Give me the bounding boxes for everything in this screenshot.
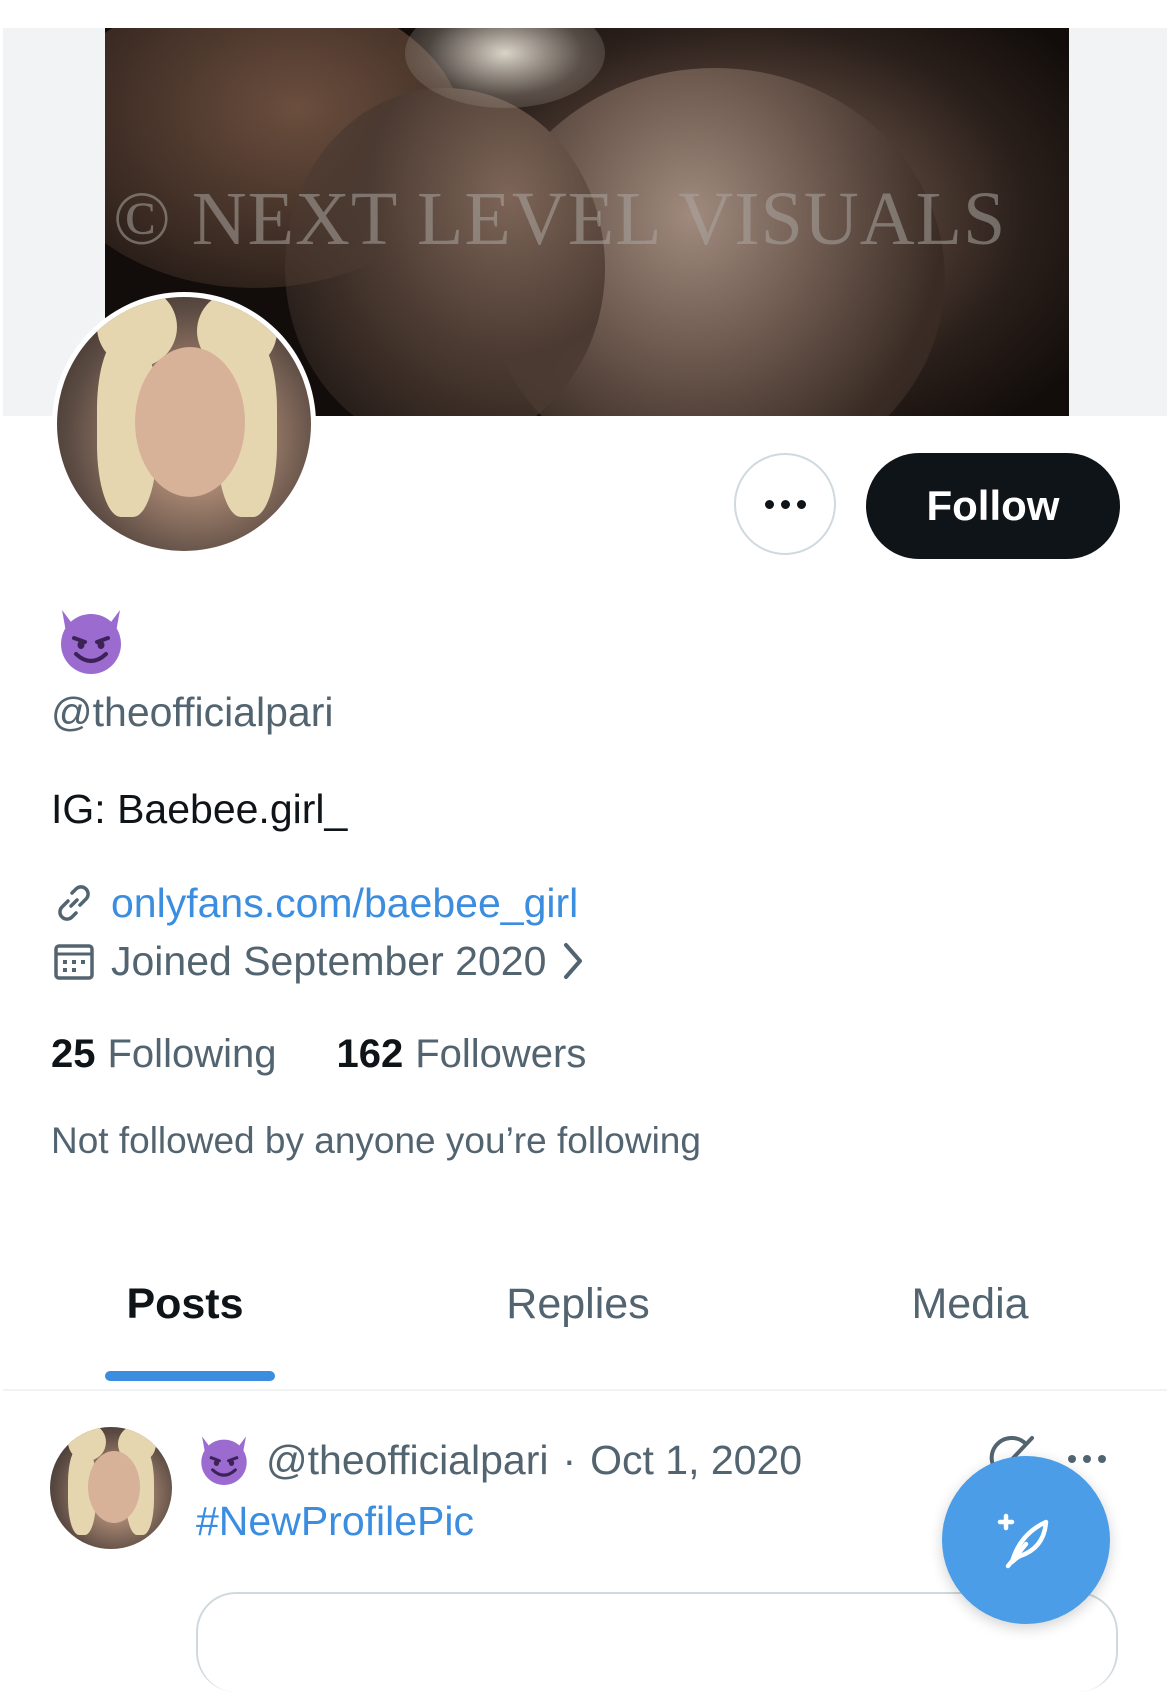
smiling-devil-emoji-icon bbox=[61, 610, 121, 674]
more-icon bbox=[764, 499, 806, 509]
profile-tabs: Posts Replies Media bbox=[0, 1250, 1170, 1390]
post-handle[interactable]: @theofficialpari bbox=[266, 1437, 548, 1484]
post-avatar[interactable] bbox=[50, 1427, 172, 1549]
banner-watermark: © NEXT LEVEL VISUALS bbox=[113, 177, 1007, 261]
following-label: Following bbox=[107, 1032, 277, 1076]
link-icon bbox=[58, 885, 90, 921]
profile-avatar[interactable] bbox=[52, 292, 316, 556]
active-tab-indicator bbox=[105, 1371, 275, 1381]
post-header: @theofficialpari · Oct 1, 2020 bbox=[196, 1432, 802, 1488]
calendar-icon bbox=[54, 944, 94, 980]
tab-posts[interactable]: Posts bbox=[125, 1280, 245, 1329]
compose-icon bbox=[997, 1513, 1049, 1569]
followers-count: 162 bbox=[336, 1032, 404, 1076]
profile-link[interactable]: onlyfans.com/baebee_girl bbox=[111, 880, 578, 927]
post-more-icon[interactable] bbox=[1068, 1455, 1106, 1463]
post-date[interactable]: Oct 1, 2020 bbox=[590, 1437, 802, 1484]
follow-button[interactable]: Follow bbox=[866, 453, 1120, 559]
following-count: 25 bbox=[51, 1032, 96, 1076]
following-stat[interactable]: 25 Following bbox=[51, 1032, 276, 1077]
profile-handle: @theofficialpari bbox=[51, 689, 334, 735]
tab-media[interactable]: Media bbox=[880, 1280, 1060, 1329]
post-separator: · bbox=[562, 1436, 577, 1483]
top-strip bbox=[0, 0, 1170, 28]
profile-stats: 25 Following 162 Followers bbox=[51, 1032, 586, 1077]
profile-bio: IG: Baebee.girl_ bbox=[51, 786, 348, 832]
smiling-devil-emoji-icon bbox=[201, 1436, 247, 1485]
tabs-divider bbox=[3, 1389, 1167, 1391]
followers-label: Followers bbox=[415, 1032, 587, 1076]
profile-link-row: onlyfans.com/baebee_girl bbox=[51, 878, 578, 928]
tab-replies[interactable]: Replies bbox=[478, 1280, 678, 1329]
chevron-right-icon bbox=[564, 943, 583, 979]
not-followed-notice: Not followed by anyone you’re following bbox=[51, 1120, 701, 1161]
joined-date: Joined September 2020 bbox=[111, 937, 547, 984]
profile-joined-row[interactable]: Joined September 2020 bbox=[51, 936, 586, 986]
compose-button[interactable] bbox=[942, 1456, 1110, 1624]
more-options-button[interactable] bbox=[734, 453, 836, 555]
followers-stat[interactable]: 162 Followers bbox=[336, 1032, 586, 1077]
post-hashtag[interactable]: #NewProfilePic bbox=[196, 1498, 474, 1545]
